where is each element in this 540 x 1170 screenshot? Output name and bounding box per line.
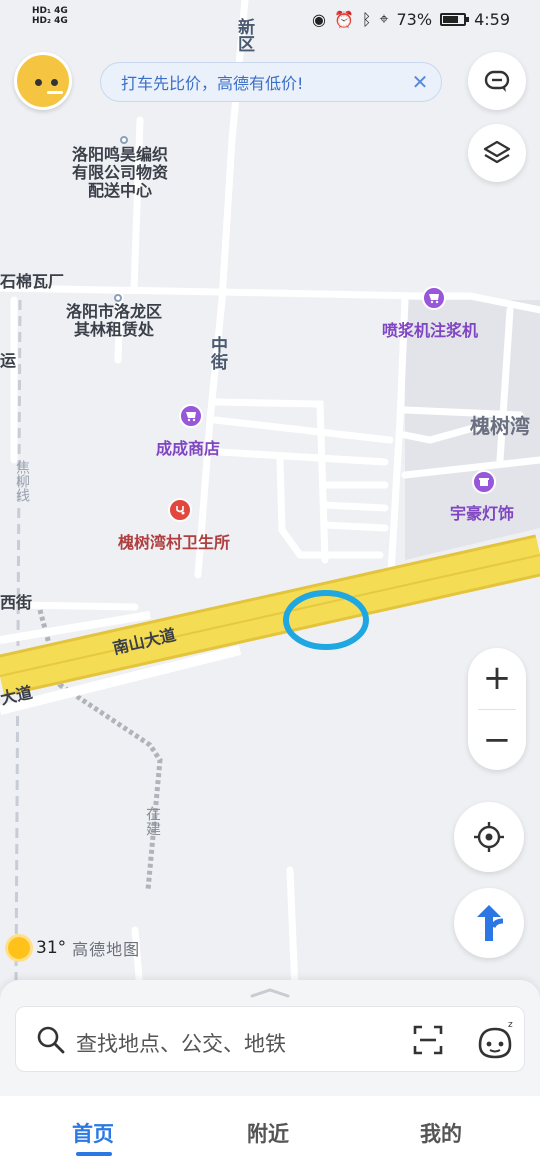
store-icon[interactable] (472, 470, 496, 494)
zoom-in-button[interactable]: + (468, 648, 526, 708)
battery-percent: 73% (396, 9, 433, 29)
poi-label-penjiang[interactable]: 喷浆机注浆机 (382, 317, 478, 341)
tab-mine[interactable]: 我的 (420, 1118, 462, 1148)
clinic-icon[interactable] (168, 498, 192, 522)
zoom-control: + − (468, 648, 526, 770)
promo-banner[interactable]: 打车先比价，高德有低价! ✕ (100, 62, 442, 102)
active-tab-indicator (76, 1152, 112, 1156)
search-input[interactable]: 查找地点、公交、地铁 (76, 1028, 286, 1058)
poi-label-chengcheng[interactable]: 成成商店 (156, 435, 220, 459)
place-dot (114, 294, 122, 302)
place-dot (120, 136, 128, 144)
place-label-shimianwa[interactable]: 石棉瓦厂 (0, 273, 64, 291)
temperature: 31° (36, 938, 67, 958)
scan-icon[interactable] (412, 1024, 444, 1056)
area-label-huaishuwan[interactable]: 槐树湾 (470, 410, 530, 439)
voice-assistant-icon[interactable]: z (472, 1017, 518, 1063)
status-bar: HD₁ 4G HD₂ 4G ◉ ⏰ ᛒ ⌖ 73% 4:59 (0, 0, 540, 38)
mascot-avatar[interactable] (14, 52, 72, 110)
sun-icon (8, 937, 30, 959)
locate-button[interactable] (454, 802, 524, 872)
battery-icon (440, 12, 470, 26)
shop-icon[interactable] (422, 286, 446, 310)
search-bar[interactable]: 查找地点、公交、地铁 z (15, 1006, 525, 1072)
weather-widget[interactable]: 31° 高德地图 (8, 936, 140, 960)
chat-icon (484, 70, 510, 92)
eye-icon: ◉ (311, 9, 326, 29)
message-button[interactable] (468, 52, 526, 110)
poi-label-yuhao[interactable]: 宇豪灯饰 (450, 500, 514, 524)
brand-logo: 高德地图 (72, 940, 141, 959)
route-button[interactable] (454, 888, 524, 958)
place-label-yun: 运 (0, 351, 17, 370)
crosshair-icon (474, 822, 504, 852)
tab-nearby[interactable]: 附近 (247, 1118, 289, 1148)
shop-icon[interactable] (179, 404, 203, 428)
svg-text:z: z (508, 1020, 513, 1030)
banner-text: 打车先比价，高德有低价! (121, 74, 304, 93)
bluetooth-icon: ᛒ (361, 9, 372, 29)
bottom-panel: 查找地点、公交、地铁 z 首页 附近 我的 (0, 980, 540, 1170)
route-arrow-icon (477, 905, 504, 941)
layers-icon (483, 140, 511, 164)
location-icon: ⌖ (379, 9, 389, 28)
place-label-minghao[interactable]: 洛阳鸣昊编织 有限公司物资 配送中心 (72, 146, 168, 200)
signal-indicators: HD₁ 4G HD₂ 4G (32, 6, 68, 26)
chevron-up-icon[interactable] (250, 988, 290, 998)
poi-label-clinic[interactable]: 槐树湾村卫生所 (118, 529, 230, 553)
place-label-xiejie: 西街 (0, 593, 33, 612)
tab-bar: 首页 附近 我的 (0, 1096, 540, 1170)
close-icon[interactable]: ✕ (409, 71, 431, 93)
alarm-icon: ⏰ (333, 9, 354, 29)
search-icon (37, 1026, 65, 1054)
road-label-zaijian: 在建 (144, 806, 162, 836)
zoom-out-button[interactable]: − (468, 710, 526, 770)
clock: 4:59 (474, 9, 510, 29)
layers-button[interactable] (468, 124, 526, 182)
road-label-jiaoliu: 焦柳线 (14, 460, 30, 502)
road-label-zhongjie: 中街 (207, 336, 227, 370)
place-label-luolong[interactable]: 洛阳市洛龙区 其林租赁处 (66, 303, 162, 339)
tab-home[interactable]: 首页 (72, 1118, 114, 1148)
